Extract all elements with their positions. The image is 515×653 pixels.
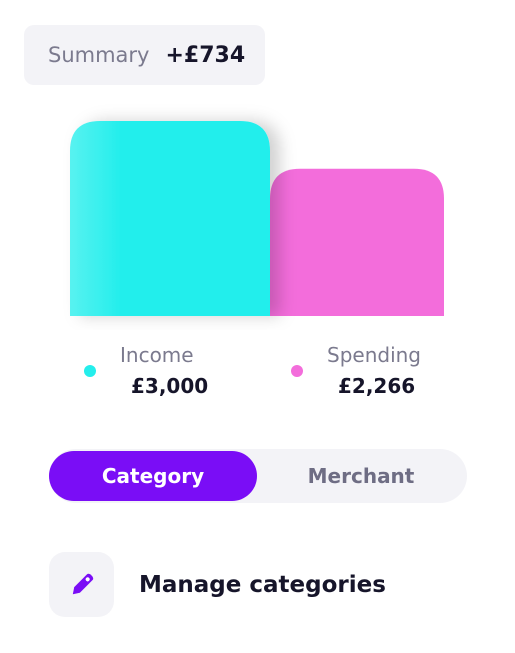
income-dot-icon: [84, 365, 96, 377]
tag-icon: [49, 552, 114, 617]
manage-categories-button[interactable]: Manage categories: [49, 552, 386, 617]
spending-dot-icon: [291, 365, 303, 377]
legend-spending-value: £2,266: [338, 374, 416, 398]
tab-merchant[interactable]: Merchant: [257, 451, 465, 501]
legend-income-value: £3,000: [131, 374, 209, 398]
legend-income-label: Income: [120, 343, 194, 367]
manage-categories-label: Manage categories: [139, 571, 386, 598]
tab-category[interactable]: Category: [49, 451, 257, 501]
bar-spending: [270, 168, 444, 316]
income-spending-chart: [70, 121, 444, 316]
view-toggle: Category Merchant: [49, 449, 467, 503]
bar-income: [70, 121, 270, 316]
legend-spending-label: Spending: [327, 343, 421, 367]
